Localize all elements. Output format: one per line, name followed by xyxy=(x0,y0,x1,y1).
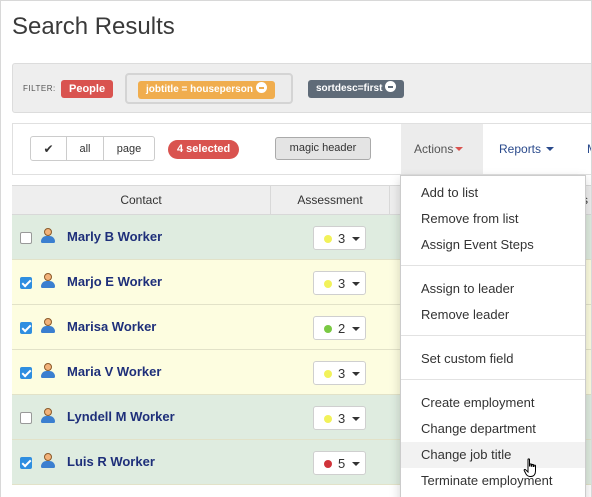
menu-divider xyxy=(401,265,585,266)
assessment-value: 3 xyxy=(338,276,346,291)
chevron-down-icon xyxy=(352,372,360,376)
contact-name-link[interactable]: Marisa Worker xyxy=(67,319,156,334)
hand-cursor-icon xyxy=(523,458,536,477)
assessment-dot-icon xyxy=(324,325,332,333)
chevron-down-icon xyxy=(352,282,360,286)
column-header-assessment[interactable]: Assessment xyxy=(270,186,389,215)
assessment-dropdown[interactable]: 2 xyxy=(313,316,366,340)
chevron-down-icon xyxy=(352,462,360,466)
remove-filter-icon[interactable] xyxy=(255,82,267,93)
row-checkbox[interactable] xyxy=(20,232,32,244)
toolbar: ✔ all page 4 selected magic header Actio… xyxy=(12,123,591,175)
chevron-down-icon xyxy=(352,237,360,241)
menu-item[interactable]: Change job title xyxy=(401,442,585,468)
assessment-value: 3 xyxy=(338,366,346,381)
person-icon xyxy=(41,318,55,334)
chevron-down-icon xyxy=(546,147,555,151)
assessment-dot-icon xyxy=(324,415,332,423)
contact-name-link[interactable]: Marjo E Worker xyxy=(67,274,162,289)
assessment-value: 3 xyxy=(338,411,346,426)
assessment-value: 3 xyxy=(338,231,346,246)
filter-tag-people[interactable]: People xyxy=(61,80,114,98)
page-title: Search Results xyxy=(12,13,175,40)
person-icon xyxy=(41,408,55,424)
select-check-button[interactable]: ✔ xyxy=(30,136,67,161)
select-page-button[interactable]: page xyxy=(104,136,155,161)
select-button-group: ✔ all page xyxy=(30,136,155,161)
assessment-value: 2 xyxy=(338,321,346,336)
menu-item[interactable]: Create employment xyxy=(401,390,585,416)
chevron-down-icon xyxy=(352,417,360,421)
assessment-dropdown[interactable]: 3 xyxy=(313,271,366,295)
filter-label: FILTER: xyxy=(23,84,56,93)
row-checkbox[interactable] xyxy=(20,457,32,469)
filter-tag-jobtitle-highlight: jobtitle = houseperson xyxy=(125,73,293,104)
filter-tag-jobtitle-label: jobtitle = houseperson xyxy=(146,84,253,95)
filter-tag-sort[interactable]: sortdesc=first xyxy=(308,80,405,98)
actions-label: Actions xyxy=(414,142,454,156)
menu-item[interactable]: Remove leader xyxy=(401,302,585,328)
actions-dropdown-menu: Add to list Remove from list Assign Event … xyxy=(400,175,586,497)
menu-item[interactable]: Set custom field xyxy=(401,346,585,372)
remove-sort-icon[interactable] xyxy=(385,81,397,92)
row-checkbox[interactable] xyxy=(20,367,32,379)
chevron-down-icon xyxy=(455,147,464,151)
filter-tag-sort-label: sortdesc=first xyxy=(316,83,383,94)
column-header-contact[interactable]: Contact xyxy=(12,186,270,215)
assessment-dropdown[interactable]: 5 xyxy=(313,451,366,475)
menu-item[interactable]: Remove from list xyxy=(401,206,585,232)
contact-name-link[interactable]: Maria V Worker xyxy=(67,364,161,379)
menu-item[interactable]: Terminate employment xyxy=(401,468,585,494)
person-icon xyxy=(41,273,55,289)
check-icon: ✔ xyxy=(43,141,54,156)
menu-item[interactable]: Assign to leader xyxy=(401,276,585,302)
assessment-dot-icon xyxy=(324,460,332,468)
contact-name-link[interactable]: Marly B Worker xyxy=(67,229,162,244)
assessment-dot-icon xyxy=(324,370,332,378)
row-checkbox[interactable] xyxy=(20,412,32,424)
filter-tag-people-label: People xyxy=(69,83,106,95)
menu-item[interactable]: Add to list xyxy=(401,180,585,206)
more-menu-button[interactable]: M xyxy=(587,124,591,174)
chevron-down-icon xyxy=(352,327,360,331)
filter-tag-jobtitle[interactable]: jobtitle = houseperson xyxy=(138,81,275,99)
menu-item[interactable]: Change department xyxy=(401,416,585,442)
filter-bar: FILTER: People jobtitle = houseperson so… xyxy=(12,63,591,113)
menu-item[interactable]: Assign Event Steps xyxy=(401,232,585,258)
assessment-value: 5 xyxy=(338,456,346,471)
assessment-dot-icon xyxy=(324,235,332,243)
reports-label: Reports xyxy=(499,142,542,156)
menu-divider xyxy=(401,379,585,380)
person-icon xyxy=(41,363,55,379)
row-checkbox[interactable] xyxy=(20,322,32,334)
assessment-dropdown[interactable]: 3 xyxy=(313,361,366,385)
reports-menu-button[interactable]: Reports xyxy=(499,124,555,174)
contact-name-link[interactable]: Lyndell M Worker xyxy=(67,409,175,424)
magic-header-button[interactable]: magic header xyxy=(275,137,371,160)
selected-count-badge: 4 selected xyxy=(168,140,240,159)
assessment-dropdown[interactable]: 3 xyxy=(313,226,366,250)
assessment-dot-icon xyxy=(324,280,332,288)
contact-name-link[interactable]: Luis R Worker xyxy=(67,454,155,469)
menu-divider xyxy=(401,335,585,336)
assessment-dropdown[interactable]: 3 xyxy=(313,406,366,430)
actions-menu-button[interactable]: Actions xyxy=(401,124,483,174)
row-checkbox[interactable] xyxy=(20,277,32,289)
person-icon xyxy=(41,228,55,244)
select-all-button[interactable]: all xyxy=(67,136,104,161)
app-frame: Search Results FILTER: People jobtitle =… xyxy=(0,0,592,497)
person-icon xyxy=(41,453,55,469)
